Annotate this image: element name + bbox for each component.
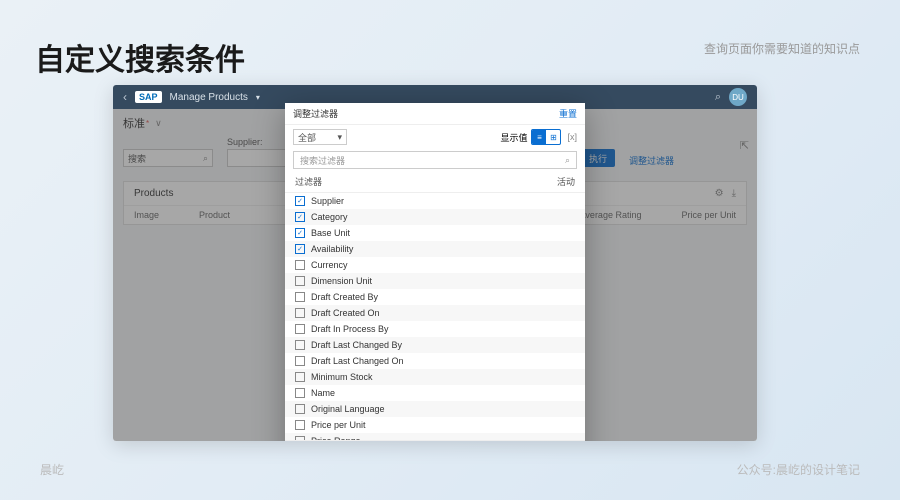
scope-select[interactable]: 全部 ▾ [293, 129, 347, 145]
filter-row[interactable]: Draft Created By [285, 289, 585, 305]
filter-row[interactable]: Name [285, 385, 585, 401]
slide-title: 自定义搜索条件 [35, 35, 245, 79]
filter-row[interactable]: Draft Last Changed On [285, 353, 585, 369]
expand-icon[interactable]: [x] [567, 132, 577, 142]
checkbox[interactable] [295, 340, 305, 350]
search-icon[interactable]: ⌕ [715, 91, 721, 104]
filter-label: Original Language [311, 404, 385, 414]
filter-row[interactable]: Currency [285, 257, 585, 273]
filter-label: Minimum Stock [311, 372, 373, 382]
filter-label: Draft Last Changed On [311, 356, 404, 366]
col-filter-label: 过滤器 [295, 175, 322, 188]
checkbox[interactable] [295, 276, 305, 286]
filter-row[interactable]: Draft Last Changed By [285, 337, 585, 353]
filter-list[interactable]: ✓ Supplier ✓ Category ✓ Base Unit ✓ Availabilit… [285, 192, 585, 440]
slide-subtitle: 查询页面你需要知道的知识点 [704, 40, 860, 57]
checkbox[interactable] [295, 260, 305, 270]
filter-row[interactable]: Price Range [285, 433, 585, 440]
filter-search-input[interactable]: 搜索过滤器 ⌕ [293, 151, 577, 169]
filter-label: Draft Created On [311, 308, 380, 318]
filter-label: Category [311, 212, 348, 222]
show-value-label: 显示值 [500, 131, 527, 144]
shell-menu[interactable]: Manage Products [170, 92, 248, 103]
filter-row[interactable]: ✓ Base Unit [285, 225, 585, 241]
filter-label: Base Unit [311, 228, 350, 238]
col-active-label: 活动 [557, 175, 575, 188]
chevron-down-icon: ▾ [337, 132, 342, 143]
filter-row[interactable]: Minimum Stock [285, 369, 585, 385]
dialog-title: 调整过滤器 [293, 107, 338, 120]
filter-label: Draft In Process By [311, 324, 389, 334]
checkbox[interactable]: ✓ [295, 244, 305, 254]
search-icon: ⌕ [565, 155, 570, 166]
filter-label: Draft Last Changed By [311, 340, 402, 350]
author-name: 晨屹 [40, 461, 64, 478]
list-view-icon: ≡ [532, 130, 546, 144]
checkbox[interactable] [295, 292, 305, 302]
checkbox[interactable]: ✓ [295, 228, 305, 238]
checkbox[interactable] [295, 404, 305, 414]
filter-label: Supplier [311, 196, 344, 206]
adjust-filters-dialog: 调整过滤器 重置 全部 ▾ 显示值 ≡ ⊞ [x] 搜索过滤器 ⌕ 过滤器 活动 [285, 103, 585, 441]
reset-link[interactable]: 重置 [559, 107, 577, 120]
checkbox[interactable] [295, 388, 305, 398]
filter-row[interactable]: ✓ Category [285, 209, 585, 225]
checkbox[interactable] [295, 372, 305, 382]
filter-row[interactable]: Dimension Unit [285, 273, 585, 289]
avatar[interactable]: DU [729, 88, 747, 106]
back-icon[interactable]: ‹ [123, 90, 127, 104]
filter-label: Currency [311, 260, 348, 270]
group-view-icon: ⊞ [546, 130, 560, 144]
wechat-credit: 公众号:晨屹的设计笔记 [737, 461, 860, 478]
filter-label: Availability [311, 244, 353, 254]
sap-logo: SAP [135, 91, 162, 103]
checkbox[interactable]: ✓ [295, 196, 305, 206]
filter-label: Price per Unit [311, 420, 366, 430]
filter-row[interactable]: ✓ Availability [285, 241, 585, 257]
checkbox[interactable] [295, 356, 305, 366]
filter-row[interactable]: Draft Created On [285, 305, 585, 321]
filter-label: Dimension Unit [311, 276, 372, 286]
chevron-down-icon: ▾ [256, 93, 260, 102]
filter-row[interactable]: Draft In Process By [285, 321, 585, 337]
view-toggle[interactable]: ≡ ⊞ [531, 129, 561, 145]
filter-search-placeholder: 搜索过滤器 [300, 154, 345, 167]
filter-label: Name [311, 388, 335, 398]
app-window: ‹ SAP Manage Products ▾ ⌕ DU 标准 * ∨ ⇱ 搜索… [113, 85, 757, 441]
filter-row[interactable]: Price per Unit [285, 417, 585, 433]
filter-row[interactable]: Original Language [285, 401, 585, 417]
scope-value: 全部 [298, 131, 316, 144]
filter-row[interactable]: ✓ Supplier [285, 193, 585, 209]
checkbox[interactable] [295, 324, 305, 334]
checkbox[interactable]: ✓ [295, 212, 305, 222]
filter-label: Draft Created By [311, 292, 378, 302]
checkbox[interactable] [295, 308, 305, 318]
checkbox[interactable] [295, 420, 305, 430]
